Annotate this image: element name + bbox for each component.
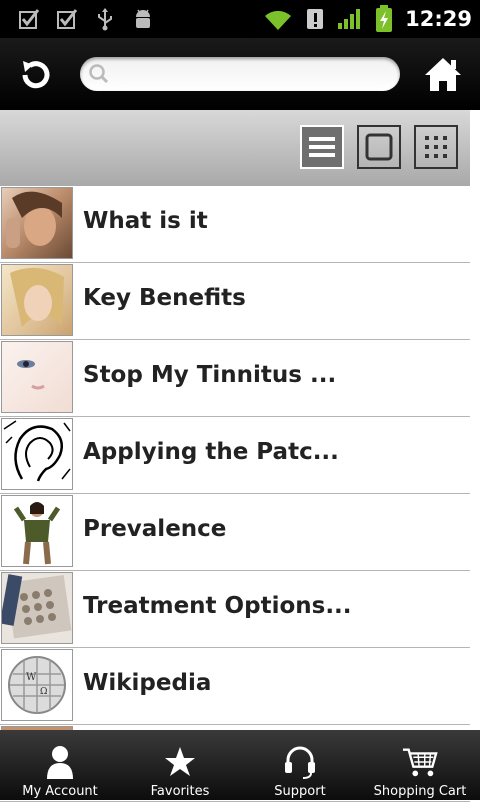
list-item-label: Stop My Tinnitus ... [83, 362, 337, 388]
tab-favorites[interactable]: Favorites [120, 730, 240, 800]
list-item-wikipedia[interactable]: WΩ Wikipedia [0, 648, 470, 725]
tab-label: Shopping Cart [373, 784, 467, 799]
home-icon [425, 58, 461, 91]
grid-view-icon [425, 136, 447, 158]
list-item-what-is-it[interactable]: What is it [0, 186, 470, 263]
content-list: What is it Key Benefits Stop My Tinnitus… [0, 186, 470, 802]
list-item-prevalence[interactable]: Prevalence [0, 494, 470, 571]
list-view-icon [309, 137, 335, 157]
list-item-key-benefits[interactable]: Key Benefits [0, 263, 470, 340]
list-item-label: What is it [83, 208, 208, 234]
tab-my-account[interactable]: My Account [0, 730, 120, 800]
system-icons: 12:29 [263, 4, 472, 34]
tab-label: Favorites [150, 784, 210, 799]
view-mode-bar [0, 110, 470, 186]
search-input[interactable] [116, 62, 390, 88]
tab-label: My Account [22, 784, 98, 799]
list-item-applying-the-patch[interactable]: Applying the Patc... [0, 417, 470, 494]
ear-drawing-thumbnail [1, 418, 73, 490]
grid-view-button[interactable] [414, 125, 458, 169]
list-item-label: Wikipedia [83, 670, 212, 696]
list-view-button[interactable] [300, 125, 344, 169]
star-icon [165, 747, 195, 776]
list-item-label: Treatment Options... [83, 593, 352, 619]
tab-support[interactable]: Support [240, 730, 360, 800]
alert-icon [307, 9, 324, 29]
single-view-button[interactable] [357, 125, 401, 169]
list-item-treatment-options[interactable]: Treatment Options... [0, 571, 470, 648]
usb-icon [92, 6, 118, 32]
checkbox-notification-icon [54, 6, 80, 32]
signal-icon [338, 9, 361, 29]
top-toolbar [0, 38, 480, 110]
woman-holding-ears-thumbnail [1, 495, 73, 567]
cart-icon [402, 748, 438, 777]
headset-icon [285, 746, 315, 779]
tab-label: Support [274, 784, 326, 799]
svg-text:W: W [26, 672, 37, 683]
home-button[interactable] [420, 52, 466, 96]
battery-charging-icon [376, 5, 393, 32]
blonde-woman-thumbnail [1, 264, 73, 336]
person-icon [47, 746, 73, 779]
list-item-label: Prevalence [83, 516, 227, 542]
status-bar: 12:29 [0, 0, 480, 38]
pills-thumbnail [1, 572, 73, 644]
search-field[interactable] [80, 57, 400, 91]
list-item-label: Applying the Patc... [83, 439, 339, 465]
clock: 12:29 [405, 7, 472, 31]
search-icon [89, 64, 109, 84]
refresh-icon [22, 61, 50, 89]
list-item-label: Key Benefits [83, 285, 246, 311]
tab-shopping-cart[interactable]: Shopping Cart [360, 730, 480, 800]
checkbox-notification-icon [16, 6, 42, 32]
wifi-icon [265, 10, 292, 30]
wikipedia-globe-icon: WΩ [1, 649, 73, 721]
list-item-stop-my-tinnitus[interactable]: Stop My Tinnitus ... [0, 340, 470, 417]
notification-icons [16, 6, 156, 32]
svg-text:Ω: Ω [40, 687, 47, 697]
face-closeup-thumbnail [1, 341, 73, 413]
refresh-button[interactable] [14, 54, 56, 96]
single-view-icon [365, 133, 393, 161]
woman-in-pain-thumbnail [1, 187, 73, 259]
android-debug-icon [130, 6, 156, 32]
bottom-tab-bar: My Account Favorites Support Shopping Ca… [0, 730, 480, 800]
